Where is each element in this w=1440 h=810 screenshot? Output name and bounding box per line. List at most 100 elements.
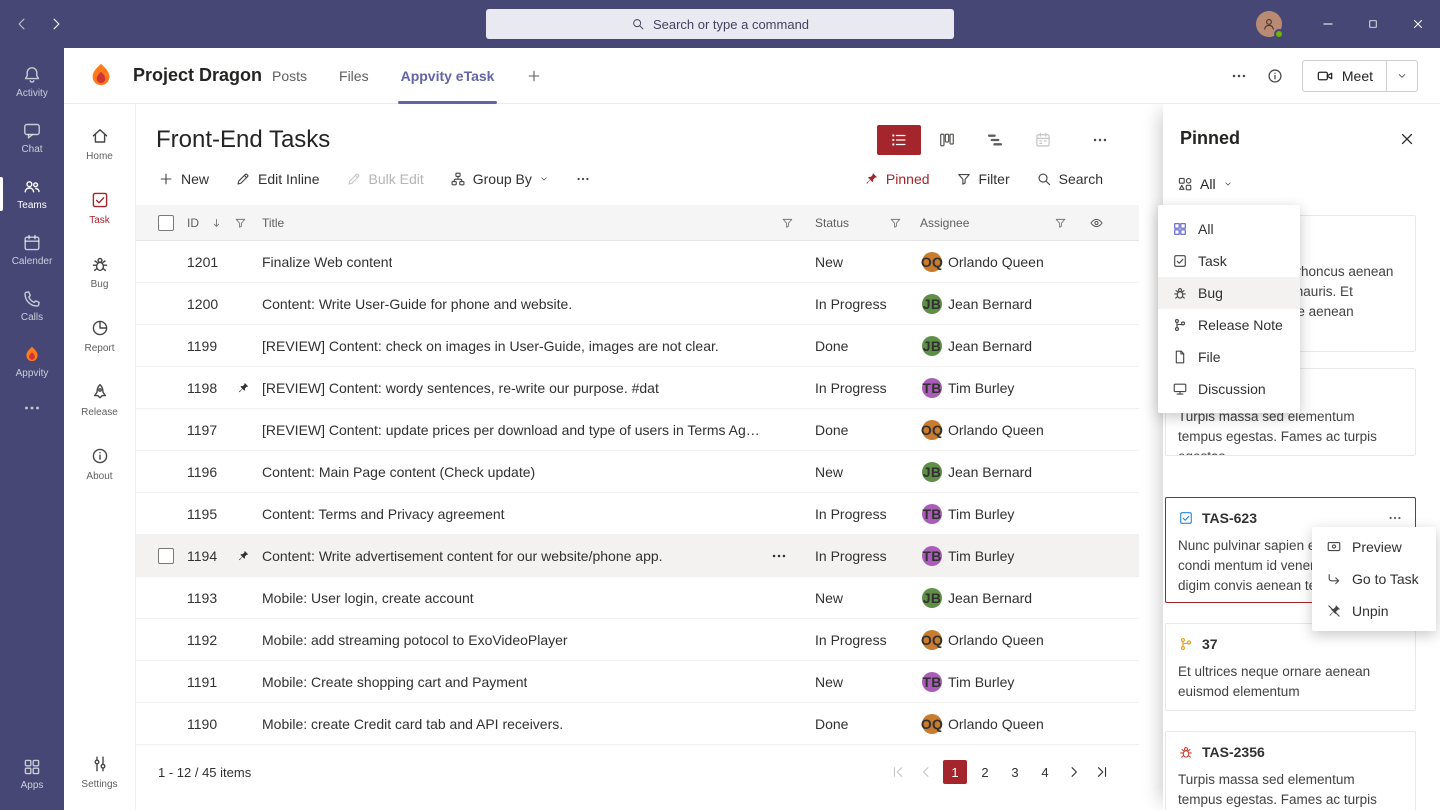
rail-item-appvity[interactable]: Appvity (0, 334, 64, 390)
assignee-name: Tim Burley (948, 548, 1014, 564)
page-2-button[interactable]: 2 (973, 760, 997, 784)
sidebar-item-settings[interactable]: Settings (64, 740, 135, 804)
type-menu-item-task[interactable]: Task (1158, 245, 1300, 277)
first-page-button[interactable] (887, 761, 909, 783)
sidebar-item-report[interactable]: Report (64, 304, 135, 368)
status-filter-icon[interactable] (889, 216, 902, 229)
type-menu-item-file[interactable]: File (1158, 341, 1300, 373)
row-checkbox[interactable] (158, 548, 174, 564)
table-row[interactable]: 1190Mobile: create Credit card tab and A… (136, 703, 1139, 745)
pinned-toggle-button[interactable]: Pinned (863, 171, 930, 187)
table-row[interactable]: 1199[REVIEW] Content: check on images in… (136, 325, 1139, 367)
search-button[interactable]: Search (1036, 171, 1103, 187)
context-menu-item-go-to-task[interactable]: Go to Task (1312, 563, 1436, 595)
info-icon[interactable] (1266, 67, 1284, 85)
rail-item-more[interactable] (0, 390, 64, 426)
table-row[interactable]: 1198[REVIEW] Content: wordy sentences, r… (136, 367, 1139, 409)
list-more-button[interactable] (1082, 125, 1118, 155)
close-window-button[interactable] (1395, 0, 1440, 48)
rail-item-teams[interactable]: Teams (0, 166, 64, 222)
type-filter-button[interactable]: All (1177, 176, 1233, 192)
viewlist-icon (890, 131, 908, 149)
type-menu-item-discussion[interactable]: Discussion (1158, 373, 1300, 405)
user-avatar[interactable] (1256, 11, 1282, 37)
pencil-icon (235, 171, 251, 187)
table-row[interactable]: 1193Mobile: User login, create accountNe… (136, 577, 1139, 619)
table-row[interactable]: 1200Content: Write User-Guide for phone … (136, 283, 1139, 325)
filter-button[interactable]: Filter (956, 171, 1010, 187)
table-row[interactable]: 1195Content: Terms and Privacy agreement… (136, 493, 1139, 535)
sidebar-item-bug[interactable]: Bug (64, 240, 135, 304)
context-menu-item-unpin[interactable]: Unpin (1312, 595, 1436, 627)
table-row[interactable]: 1201Finalize Web contentNewOQOrlando Que… (136, 241, 1139, 283)
sidebar-item-about[interactable]: About (64, 432, 135, 496)
pinned-card-tas-2356[interactable]: TAS-2356Turpis massa sed elementumtempus… (1165, 731, 1416, 810)
view-calendar-button[interactable] (1021, 125, 1065, 155)
sidebar-item-release[interactable]: Release (64, 368, 135, 432)
next-page-button[interactable] (1063, 761, 1085, 783)
command-search-input[interactable]: Search or type a command (486, 9, 954, 39)
table-row[interactable]: 1196Content: Main Page content (Check up… (136, 451, 1139, 493)
page-4-button[interactable]: 4 (1033, 760, 1057, 784)
rail-item-calendar[interactable]: Calender (0, 222, 64, 278)
meet-options-button[interactable] (1386, 61, 1417, 91)
rail-item-label: Activity (16, 89, 48, 99)
type-menu-item-all[interactable]: All (1158, 213, 1300, 245)
pinned-card-37[interactable]: 37Et ultrices neque ornare aeneaneuismod… (1165, 623, 1416, 711)
previous-page-button[interactable] (915, 761, 937, 783)
tab-posts[interactable]: Posts (272, 48, 307, 104)
avatar: TB (922, 378, 942, 398)
add-tab-button[interactable] (526, 68, 542, 84)
select-all-checkbox[interactable] (158, 215, 174, 231)
last-page-button[interactable] (1091, 761, 1113, 783)
rail-item-activity[interactable]: Activity (0, 54, 64, 110)
page-1-button[interactable]: 1 (943, 760, 967, 784)
tab-files[interactable]: Files (339, 48, 369, 104)
sidebar-item-task[interactable]: Task (64, 176, 135, 240)
column-header-title[interactable]: Title (262, 216, 284, 230)
column-visibility-icon[interactable] (1089, 215, 1104, 230)
id-filter-icon[interactable] (234, 216, 247, 229)
context-menu-item-preview[interactable]: Preview (1312, 531, 1436, 563)
bulk-edit-button[interactable]: Bulk Edit (346, 171, 424, 187)
forward-button[interactable] (44, 12, 68, 36)
tab-appvity-etask[interactable]: Appvity eTask (401, 48, 495, 104)
view-gantt-button[interactable] (973, 125, 1017, 155)
title-filter-icon[interactable] (781, 216, 794, 229)
rail-item-chat[interactable]: Chat (0, 110, 64, 166)
new-button[interactable]: New (158, 171, 209, 187)
back-button[interactable] (10, 12, 34, 36)
rail-item-apps[interactable]: Apps (0, 746, 64, 802)
header-more-button[interactable] (1230, 67, 1248, 85)
view-list-button[interactable] (877, 125, 921, 155)
group-by-button[interactable]: Group By (450, 171, 549, 187)
sidebar-item-home[interactable]: Home (64, 112, 135, 176)
assignee-filter-icon[interactable] (1054, 216, 1067, 229)
column-header-assignee[interactable]: Assignee (920, 216, 969, 230)
type-menu-item-bug[interactable]: Bug (1158, 277, 1300, 309)
table-row[interactable]: 1191Mobile: Create shopping cart and Pay… (136, 661, 1139, 703)
column-header-status[interactable]: Status (815, 216, 849, 230)
rail-item-calls[interactable]: Calls (0, 278, 64, 334)
column-header-id[interactable]: ID (187, 216, 199, 230)
table-row[interactable]: 1194Content: Write advertisement content… (136, 535, 1139, 577)
close-panel-button[interactable] (1398, 130, 1416, 148)
pin-icon (236, 549, 250, 563)
row-actions-button[interactable] (770, 547, 788, 565)
view-board-button[interactable] (925, 125, 969, 155)
minimize-button[interactable] (1305, 0, 1350, 48)
table-row[interactable]: 1192Mobile: add streaming potocol to Exo… (136, 619, 1139, 661)
card-more-button[interactable] (1387, 510, 1403, 526)
maximize-button[interactable] (1350, 0, 1395, 48)
type-menu-item-release-note[interactable]: Release Note (1158, 309, 1300, 341)
page-3-button[interactable]: 3 (1003, 760, 1027, 784)
sort-desc-icon[interactable] (210, 216, 223, 229)
meet-button[interactable]: Meet (1303, 61, 1386, 91)
task-icon (1178, 510, 1194, 526)
toolbar-more-button[interactable] (575, 171, 591, 187)
table-row[interactable]: 1197[REVIEW] Content: update prices per … (136, 409, 1139, 451)
edit-inline-button[interactable]: Edit Inline (235, 171, 319, 187)
task-title: Content: Write User-Guide for phone and … (262, 296, 572, 312)
card-header: TAS-2356 (1178, 742, 1403, 762)
bell-icon (22, 65, 42, 85)
